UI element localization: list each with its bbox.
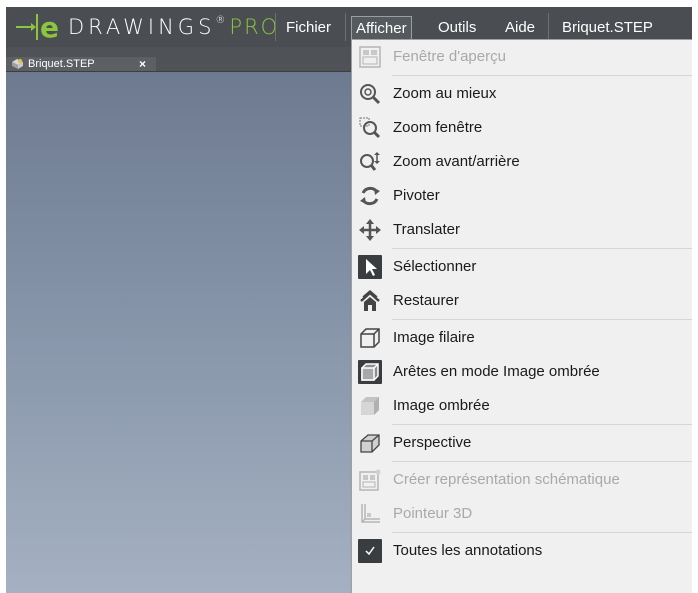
menu-item-aretes-ombree[interactable]: Arêtes en mode Image ombrée [352, 355, 692, 389]
divider [548, 13, 549, 41]
menu-item-pointeur-3d[interactable]: Pointeur 3D [352, 497, 692, 531]
check-icon [358, 539, 382, 563]
shaded-icon [358, 394, 382, 418]
menu-item-zoom-fenetre[interactable]: Zoom fenêtre [352, 111, 692, 145]
menu-item-label: Pivoter [393, 187, 440, 204]
menu-outils[interactable]: Outils [434, 16, 480, 40]
menu-item-label: Pointeur 3D [393, 505, 473, 522]
edrawings-logo-icon: e [16, 12, 59, 42]
menu-item-label: Restaurer [393, 292, 459, 309]
menu-item-perspective[interactable]: Perspective [352, 426, 692, 460]
preview-window-icon [358, 45, 382, 69]
pointer-3d-icon [358, 502, 382, 526]
menu-item-label: Toutes les annotations [393, 542, 543, 559]
menu-item-representation-schematique[interactable]: Créer représentation schématique [352, 463, 692, 497]
menu-item-toutes-annotations[interactable]: Toutes les annotations [352, 534, 692, 568]
select-arrow-icon [358, 255, 382, 279]
close-tab-button[interactable]: × [139, 57, 146, 71]
document-tab[interactable]: Briquet.STEP × [6, 57, 156, 71]
zoom-fit-icon [358, 82, 382, 106]
menu-item-label: Créer représentation schématique [393, 471, 620, 488]
menu-item-label: Perspective [393, 434, 472, 451]
zoom-in-out-icon [358, 150, 382, 174]
home-icon [358, 289, 382, 313]
menu-item-label: Zoom avant/arrière [393, 153, 520, 170]
menu-fichier[interactable]: Fichier [282, 16, 335, 40]
separator [392, 319, 692, 320]
svg-text:e: e [40, 12, 59, 42]
menu-item-translater[interactable]: Translater [352, 213, 692, 247]
afficher-dropdown-menu: Fenêtre d'aperçu Zoom au mieux Zoom fenê… [351, 39, 692, 593]
edrawings-window: e DRAWINGS® PRO Fichier Afficher Outils A… [6, 7, 692, 593]
part-icon [12, 59, 23, 69]
document-title: Briquet.STEP [562, 19, 653, 36]
wireframe-icon [358, 326, 382, 350]
menu-item-fenetre-apercu[interactable]: Fenêtre d'aperçu [352, 40, 692, 74]
menu-item-label: Fenêtre d'aperçu [393, 48, 506, 65]
pan-icon [358, 218, 382, 242]
menu-item-label: Zoom fenêtre [393, 119, 483, 136]
app-name: DRAWINGS® PRO [68, 15, 280, 39]
menu-item-zoom-avant-arriere[interactable]: Zoom avant/arrière [352, 145, 692, 179]
rotate-icon [358, 184, 382, 208]
menu-item-label: Arêtes en mode Image ombrée [393, 363, 600, 380]
divider [275, 13, 276, 41]
menu-aide[interactable]: Aide [501, 16, 539, 40]
document-tab-label: Briquet.STEP [28, 58, 95, 70]
perspective-icon [358, 431, 382, 455]
schematic-icon [358, 468, 382, 492]
menu-item-label: Image ombrée [393, 397, 490, 414]
menu-item-label: Image filaire [393, 329, 475, 346]
menu-item-label: Zoom au mieux [393, 85, 497, 102]
separator [392, 248, 692, 249]
menu-item-image-filaire[interactable]: Image filaire [352, 321, 692, 355]
separator [392, 461, 692, 462]
app-logo: e DRAWINGS® PRO [14, 12, 279, 42]
menu-item-selectionner[interactable]: Sélectionner [352, 250, 692, 284]
zoom-window-icon [358, 116, 382, 140]
menu-item-pivoter[interactable]: Pivoter [352, 179, 692, 213]
divider [345, 13, 346, 41]
shaded-edges-icon [358, 360, 382, 384]
menu-item-label: Translater [393, 221, 460, 238]
separator [392, 424, 692, 425]
menu-item-zoom-au-mieux[interactable]: Zoom au mieux [352, 77, 692, 111]
menu-item-label: Sélectionner [393, 258, 477, 275]
menu-item-restaurer[interactable]: Restaurer [352, 284, 692, 318]
separator [392, 75, 692, 76]
menu-item-image-ombree[interactable]: Image ombrée [352, 389, 692, 423]
separator [392, 532, 692, 533]
